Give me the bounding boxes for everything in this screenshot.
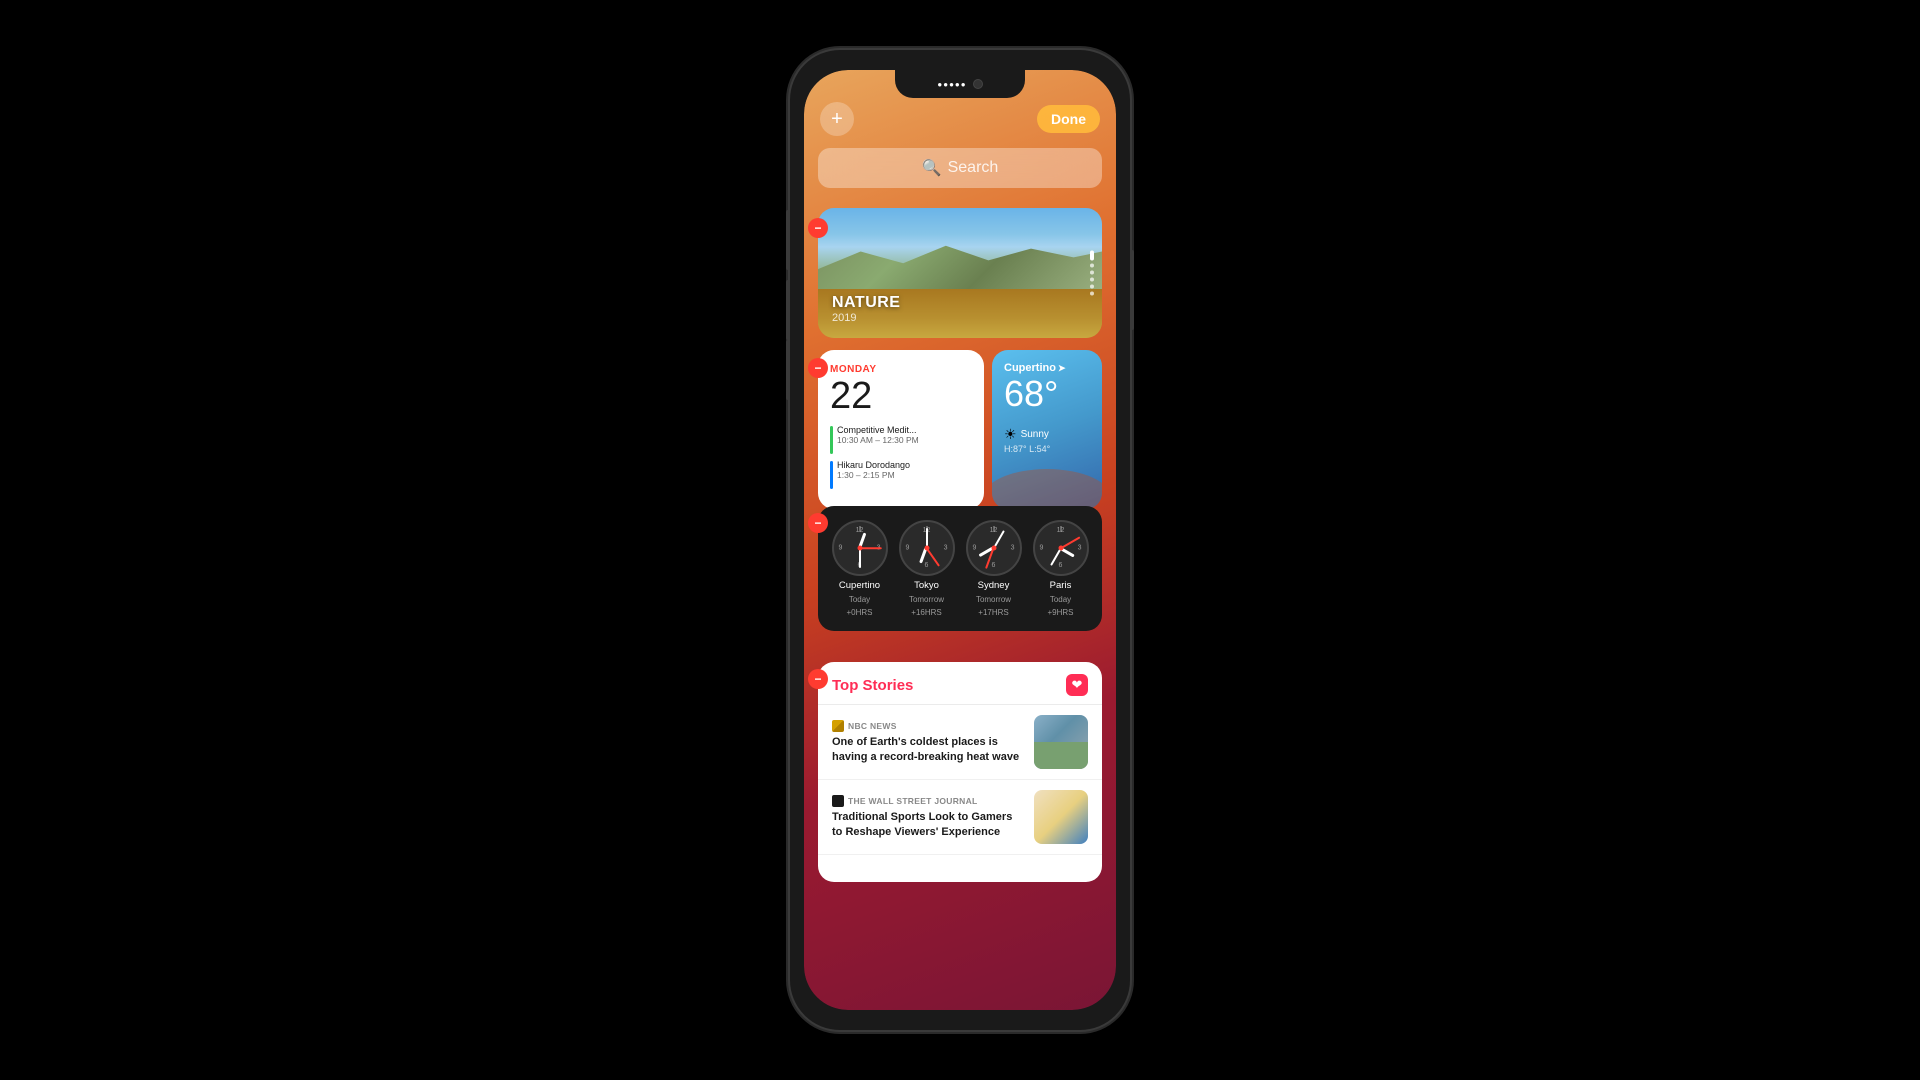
clock-dot-tokyo [924, 546, 929, 551]
clock-face-cupertino: 12 3 6 9 [832, 520, 888, 576]
news-item-1[interactable]: NBC NEWS One of Earth's coldest places i… [818, 705, 1102, 780]
photo-label: NATURE 2019 [832, 294, 900, 324]
photo-dot-4 [1090, 278, 1094, 282]
calendar-widget[interactable]: MONDAY 22 Competitive Medit... 10:30 AM … [818, 350, 984, 509]
top-bar: + Done [804, 102, 1116, 136]
clock-city-sydney: Sydney [978, 580, 1010, 591]
remove-calendar-button[interactable]: − [808, 358, 828, 378]
news-thumbnail-1 [1034, 715, 1088, 769]
clock-city-cupertino: Cupertino [839, 580, 880, 591]
remove-photo-button[interactable]: − [808, 218, 828, 238]
weather-condition: Sunny [1021, 429, 1049, 440]
event-time-1: 10:30 AM – 12:30 PM [837, 435, 919, 445]
clock-paris: 12 3 6 9 Paris Today +9HRS [1033, 520, 1089, 617]
wsj-logo [832, 795, 844, 807]
photo-background: NATURE 2019 [818, 208, 1102, 338]
clock-dot-paris [1058, 546, 1063, 551]
nbc-logo [832, 720, 844, 732]
weather-hilo: H:87° L:54° [1004, 444, 1090, 454]
photo-dot-3 [1090, 271, 1094, 275]
photo-year: 2019 [832, 312, 900, 324]
clock-face-sydney: 12 3 6 9 [966, 520, 1022, 576]
photo-dots [1090, 251, 1094, 296]
clock-day-sydney: Tomorrow [976, 595, 1011, 604]
event-content-1: Competitive Medit... 10:30 AM – 12:30 PM [837, 425, 919, 445]
search-icon: 🔍 [922, 158, 942, 178]
calendar-event-2: Hikaru Dorodango 1:30 – 2:15 PM [830, 460, 972, 489]
news-source-2: THE WALL STREET JOURNAL [832, 795, 1024, 807]
clock-face-tokyo: 12 3 6 9 [899, 520, 955, 576]
content-area: − NATURE 2019 [804, 200, 1116, 1010]
apple-news-icon: ❤ [1066, 674, 1088, 696]
clock-offset-cupertino: +0HRS [846, 608, 872, 617]
news-source-1: NBC NEWS [832, 720, 1024, 732]
clock-dot-sydney [991, 546, 996, 551]
calendar-day-label: MONDAY [830, 364, 972, 375]
clocks-row: 12 3 6 9 Cupertino Today +0HRS [826, 520, 1094, 617]
sun-icon: ☀ [1004, 426, 1017, 443]
photo-dot-5 [1090, 285, 1094, 289]
news-source-name-2: THE WALL STREET JOURNAL [848, 796, 978, 806]
event-content-2: Hikaru Dorodango 1:30 – 2:15 PM [837, 460, 910, 480]
weather-widget[interactable]: Cupertino ➤ 68° ☀ Sunny H:87° L:54° [992, 350, 1102, 509]
phone-screen: ●●●●● + Done 🔍 Search − NATURE 2019 [804, 70, 1116, 1010]
news-widget[interactable]: Top Stories ❤ NBC NEWS One of Earth's co… [818, 662, 1102, 882]
photo-dot-6 [1090, 292, 1094, 296]
location-arrow-icon: ➤ [1058, 363, 1066, 374]
clock-offset-sydney: +17HRS [978, 608, 1008, 617]
clock-face-paris: 12 3 6 9 [1033, 520, 1089, 576]
event-title-1: Competitive Medit... [837, 425, 919, 435]
clock-second-cupertino [860, 547, 882, 549]
remove-news-button[interactable]: − [808, 669, 828, 689]
clock-cupertino: 12 3 6 9 Cupertino Today +0HRS [832, 520, 888, 617]
clock-offset-tokyo: +16HRS [911, 608, 941, 617]
calendar-date: 22 [830, 377, 972, 415]
clock-sydney: 12 3 6 9 Sydney Tomorrow +17HRS [966, 520, 1022, 617]
notch-carrier: ●●●●● [937, 80, 966, 89]
done-button[interactable]: Done [1037, 105, 1100, 133]
news-header: Top Stories ❤ [818, 662, 1102, 705]
weather-condition-row: ☀ Sunny [1004, 426, 1090, 443]
phone-container: ●●●●● + Done 🔍 Search − NATURE 2019 [790, 50, 1130, 1030]
photo-dot-1 [1090, 251, 1094, 261]
search-label: Search [948, 159, 999, 177]
clock-dot-cupertino [857, 546, 862, 551]
remove-clocks-button[interactable]: − [808, 513, 828, 533]
clock-day-paris: Today [1050, 595, 1071, 604]
clock-offset-paris: +9HRS [1047, 608, 1073, 617]
event-title-2: Hikaru Dorodango [837, 460, 910, 470]
calendar-event-1: Competitive Medit... 10:30 AM – 12:30 PM [830, 425, 972, 454]
news-headline-1: One of Earth's coldest places is having … [832, 735, 1024, 764]
clock-day-cupertino: Today [849, 595, 870, 604]
photo-title: NATURE [832, 294, 900, 312]
news-item-content-2: THE WALL STREET JOURNAL Traditional Spor… [832, 795, 1024, 839]
add-widget-button[interactable]: + [820, 102, 854, 136]
news-item-2[interactable]: THE WALL STREET JOURNAL Traditional Spor… [818, 780, 1102, 855]
news-item-content-1: NBC NEWS One of Earth's coldest places i… [832, 720, 1024, 764]
clocks-widget[interactable]: 12 3 6 9 Cupertino Today +0HRS [818, 506, 1102, 631]
front-camera [973, 79, 983, 89]
notch: ●●●●● [895, 70, 1025, 98]
weather-temperature: 68° [1004, 376, 1090, 412]
widget-row: MONDAY 22 Competitive Medit... 10:30 AM … [818, 350, 1102, 509]
photo-widget[interactable]: NATURE 2019 [818, 208, 1102, 338]
event-bar-2 [830, 461, 833, 489]
clock-tokyo: 12 3 6 9 Tokyo Tomorrow +16HRS [899, 520, 955, 617]
search-bar[interactable]: 🔍 Search [818, 148, 1102, 188]
event-time-2: 1:30 – 2:15 PM [837, 470, 910, 480]
news-headline-2: Traditional Sports Look to Gamers to Res… [832, 810, 1024, 839]
clock-num-9: 9 [839, 545, 843, 552]
clock-city-tokyo: Tokyo [914, 580, 939, 591]
news-title: Top Stories [832, 677, 913, 694]
clock-day-tokyo: Tomorrow [909, 595, 944, 604]
clock-city-paris: Paris [1050, 580, 1072, 591]
news-source-name-1: NBC NEWS [848, 721, 897, 731]
photo-dot-2 [1090, 264, 1094, 268]
event-bar-1 [830, 426, 833, 454]
clock-minute-cupertino [859, 548, 861, 568]
news-thumbnail-2 [1034, 790, 1088, 844]
